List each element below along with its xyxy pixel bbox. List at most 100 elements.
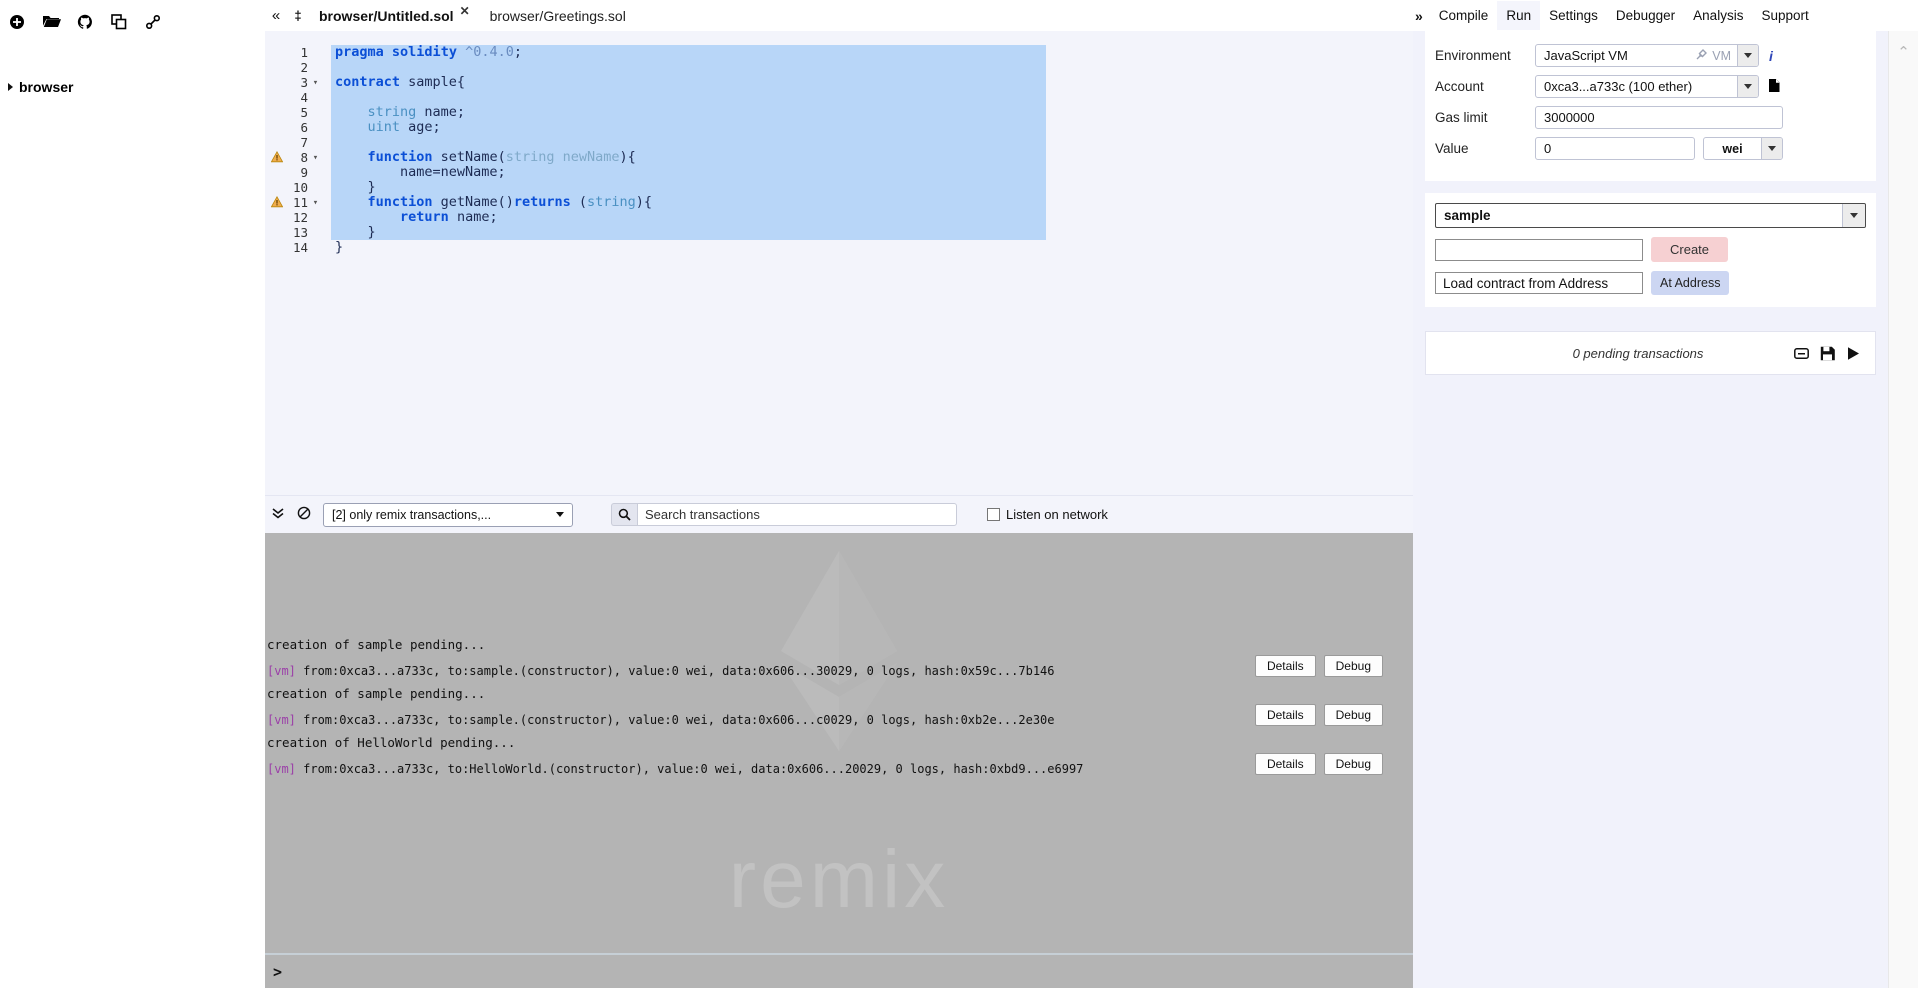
code-text: } <box>331 225 906 240</box>
details-button[interactable]: Details <box>1254 753 1316 775</box>
gas-limit-input[interactable]: 3000000 <box>1535 106 1783 129</box>
terminal-collapse-icon[interactable] <box>265 506 291 523</box>
copy-icon[interactable] <box>1768 78 1783 96</box>
code-line[interactable]: 13 } <box>265 225 1413 240</box>
debug-button[interactable]: Debug <box>1323 753 1383 775</box>
selection-tail <box>906 105 1046 120</box>
tab-browser-untitled-sol[interactable]: browser/Untitled.sol ✕ <box>309 0 480 31</box>
code-line[interactable]: 3 ▾ contract sample{ <box>265 75 1413 90</box>
save-icon[interactable] <box>1820 346 1835 361</box>
menu-expand-icon[interactable]: » <box>1413 8 1430 24</box>
menu-item-debugger[interactable]: Debugger <box>1607 1 1684 30</box>
gas-limit-label: Gas limit <box>1435 110 1488 125</box>
listen-label: Listen on network <box>1006 507 1108 522</box>
chevron-up-icon[interactable]: ⌃ <box>1897 43 1910 988</box>
warning-icon[interactable] <box>265 195 289 210</box>
selection-tail <box>906 120 1046 135</box>
details-button[interactable]: Details <box>1254 655 1316 677</box>
code-line[interactable]: 2 <box>265 60 1413 75</box>
chevron-down-icon[interactable] <box>1737 45 1758 66</box>
menu-item-compile[interactable]: Compile <box>1430 1 1498 30</box>
listen-checkbox[interactable] <box>987 508 1000 521</box>
link-icon[interactable] <box>145 14 161 30</box>
chevron-down-icon[interactable] <box>1761 138 1782 159</box>
fold-toggle-icon[interactable]: ▾ <box>309 195 322 210</box>
at-address-button[interactable]: At Address <box>1651 271 1730 295</box>
debug-button[interactable]: Debug <box>1323 704 1383 726</box>
code-line[interactable]: 9 name=newName; <box>265 165 1413 180</box>
terminal-output[interactable]: remix creation of sample pending... [vm] … <box>265 533 1413 953</box>
close-icon[interactable]: ✕ <box>460 4 470 18</box>
code-line[interactable]: 12 return name; <box>265 210 1413 225</box>
debug-button[interactable]: Debug <box>1323 655 1383 677</box>
terminal-filter-select[interactable]: [2] only remix transactions,... <box>323 502 573 527</box>
contract-select[interactable]: sample <box>1435 203 1866 228</box>
fold-toggle-icon[interactable]: ▾ <box>309 150 322 165</box>
code-editor[interactable]: 1 pragma solidity ^0.4.0; 2 3 ▾ contract sam… <box>265 45 1413 495</box>
file-tree-root-browser[interactable]: browser <box>6 79 264 95</box>
copy-files-icon[interactable] <box>111 14 127 30</box>
gutter-spacer <box>265 60 289 75</box>
fold-toggle-icon[interactable]: ▾ <box>309 75 322 90</box>
log-entry-vm-tag: [vm] <box>267 664 296 678</box>
load-contract-address-input[interactable]: Load contract from Address <box>1435 272 1643 294</box>
line-number: 13 <box>292 225 308 240</box>
menu-item-run[interactable]: Run <box>1497 1 1541 30</box>
account-row: Account 0xca3...a733c (100 ether) <box>1435 74 1866 99</box>
minimize-icon[interactable] <box>1794 346 1809 361</box>
terminal-command-prompt[interactable]: > <box>265 953 1413 988</box>
log-entry-title: creation of sample pending... <box>267 686 486 701</box>
code-line[interactable]: 6 uint age; <box>265 120 1413 135</box>
pending-transactions-text: 0 pending transactions <box>1572 345 1704 361</box>
tab-browser-greetings-sol[interactable]: browser/Greetings.sol <box>480 0 636 31</box>
code-line[interactable]: 14} <box>265 240 1413 256</box>
line-number: 8 <box>300 150 308 165</box>
menu-item-settings[interactable]: Settings <box>1540 1 1607 30</box>
chevron-down-icon[interactable] <box>1842 204 1865 227</box>
code-line[interactable]: 7 <box>265 135 1413 150</box>
tab-stack-icon[interactable]: ‡ <box>287 9 309 22</box>
code-line[interactable]: 1 pragma solidity ^0.4.0; <box>265 45 1413 60</box>
tab-label: browser/Untitled.sol <box>319 7 454 24</box>
code-line[interactable]: 8 ▾ function setName(string newName){ <box>265 150 1413 165</box>
value-input[interactable]: 0 <box>1535 137 1695 160</box>
create-new-file-icon[interactable] <box>9 14 25 30</box>
code-line[interactable]: 5 string name; <box>265 105 1413 120</box>
environment-select[interactable]: JavaScript VM VM <box>1535 44 1759 67</box>
run-panel-scrollbar[interactable]: ⌃ <box>1888 31 1918 988</box>
gutter-spacer <box>265 75 289 90</box>
warning-icon[interactable] <box>265 150 289 165</box>
account-select[interactable]: 0xca3...a733c (100 ether) <box>1535 75 1759 98</box>
gutter-spacer <box>265 165 289 180</box>
log-entry-detail: [vm] from:0xca3...a733c, to:HelloWorld.(… <box>265 762 1413 776</box>
chevron-down-icon[interactable] <box>1737 76 1758 97</box>
line-number: 14 <box>292 240 308 255</box>
code-line[interactable]: 10 } <box>265 180 1413 195</box>
github-icon[interactable] <box>77 14 93 30</box>
info-icon[interactable]: i <box>1769 48 1773 64</box>
collapse-panel-icon[interactable]: « <box>265 8 287 23</box>
code-text <box>331 135 906 150</box>
constructor-args-input[interactable] <box>1435 238 1643 261</box>
value-unit-select[interactable]: wei <box>1703 137 1783 160</box>
code-line[interactable]: 4 <box>265 90 1413 105</box>
gutter-gap <box>322 90 331 105</box>
clear-terminal-icon[interactable] <box>291 506 317 523</box>
code-editor-panel: 1 pragma solidity ^0.4.0; 2 3 ▾ contract sam… <box>265 31 1413 495</box>
menu-item-support[interactable]: Support <box>1752 1 1817 30</box>
details-button[interactable]: Details <box>1254 704 1316 726</box>
create-button[interactable]: Create <box>1651 237 1729 262</box>
environment-label: Environment <box>1435 48 1511 63</box>
code-line[interactable]: 11 ▾ function getName()returns (string){ <box>265 195 1413 210</box>
run-icon[interactable] <box>1846 346 1861 361</box>
search-icon[interactable] <box>611 503 637 526</box>
listen-on-network-toggle[interactable]: Listen on network <box>987 507 1108 522</box>
contract-selected-value: sample <box>1444 208 1491 223</box>
menu-item-analysis[interactable]: Analysis <box>1684 1 1752 30</box>
open-folder-icon[interactable] <box>43 14 61 30</box>
search-input[interactable] <box>637 503 957 526</box>
line-number: 3 <box>300 75 308 90</box>
contract-box: sample Create Load contract from Address… <box>1425 193 1876 307</box>
